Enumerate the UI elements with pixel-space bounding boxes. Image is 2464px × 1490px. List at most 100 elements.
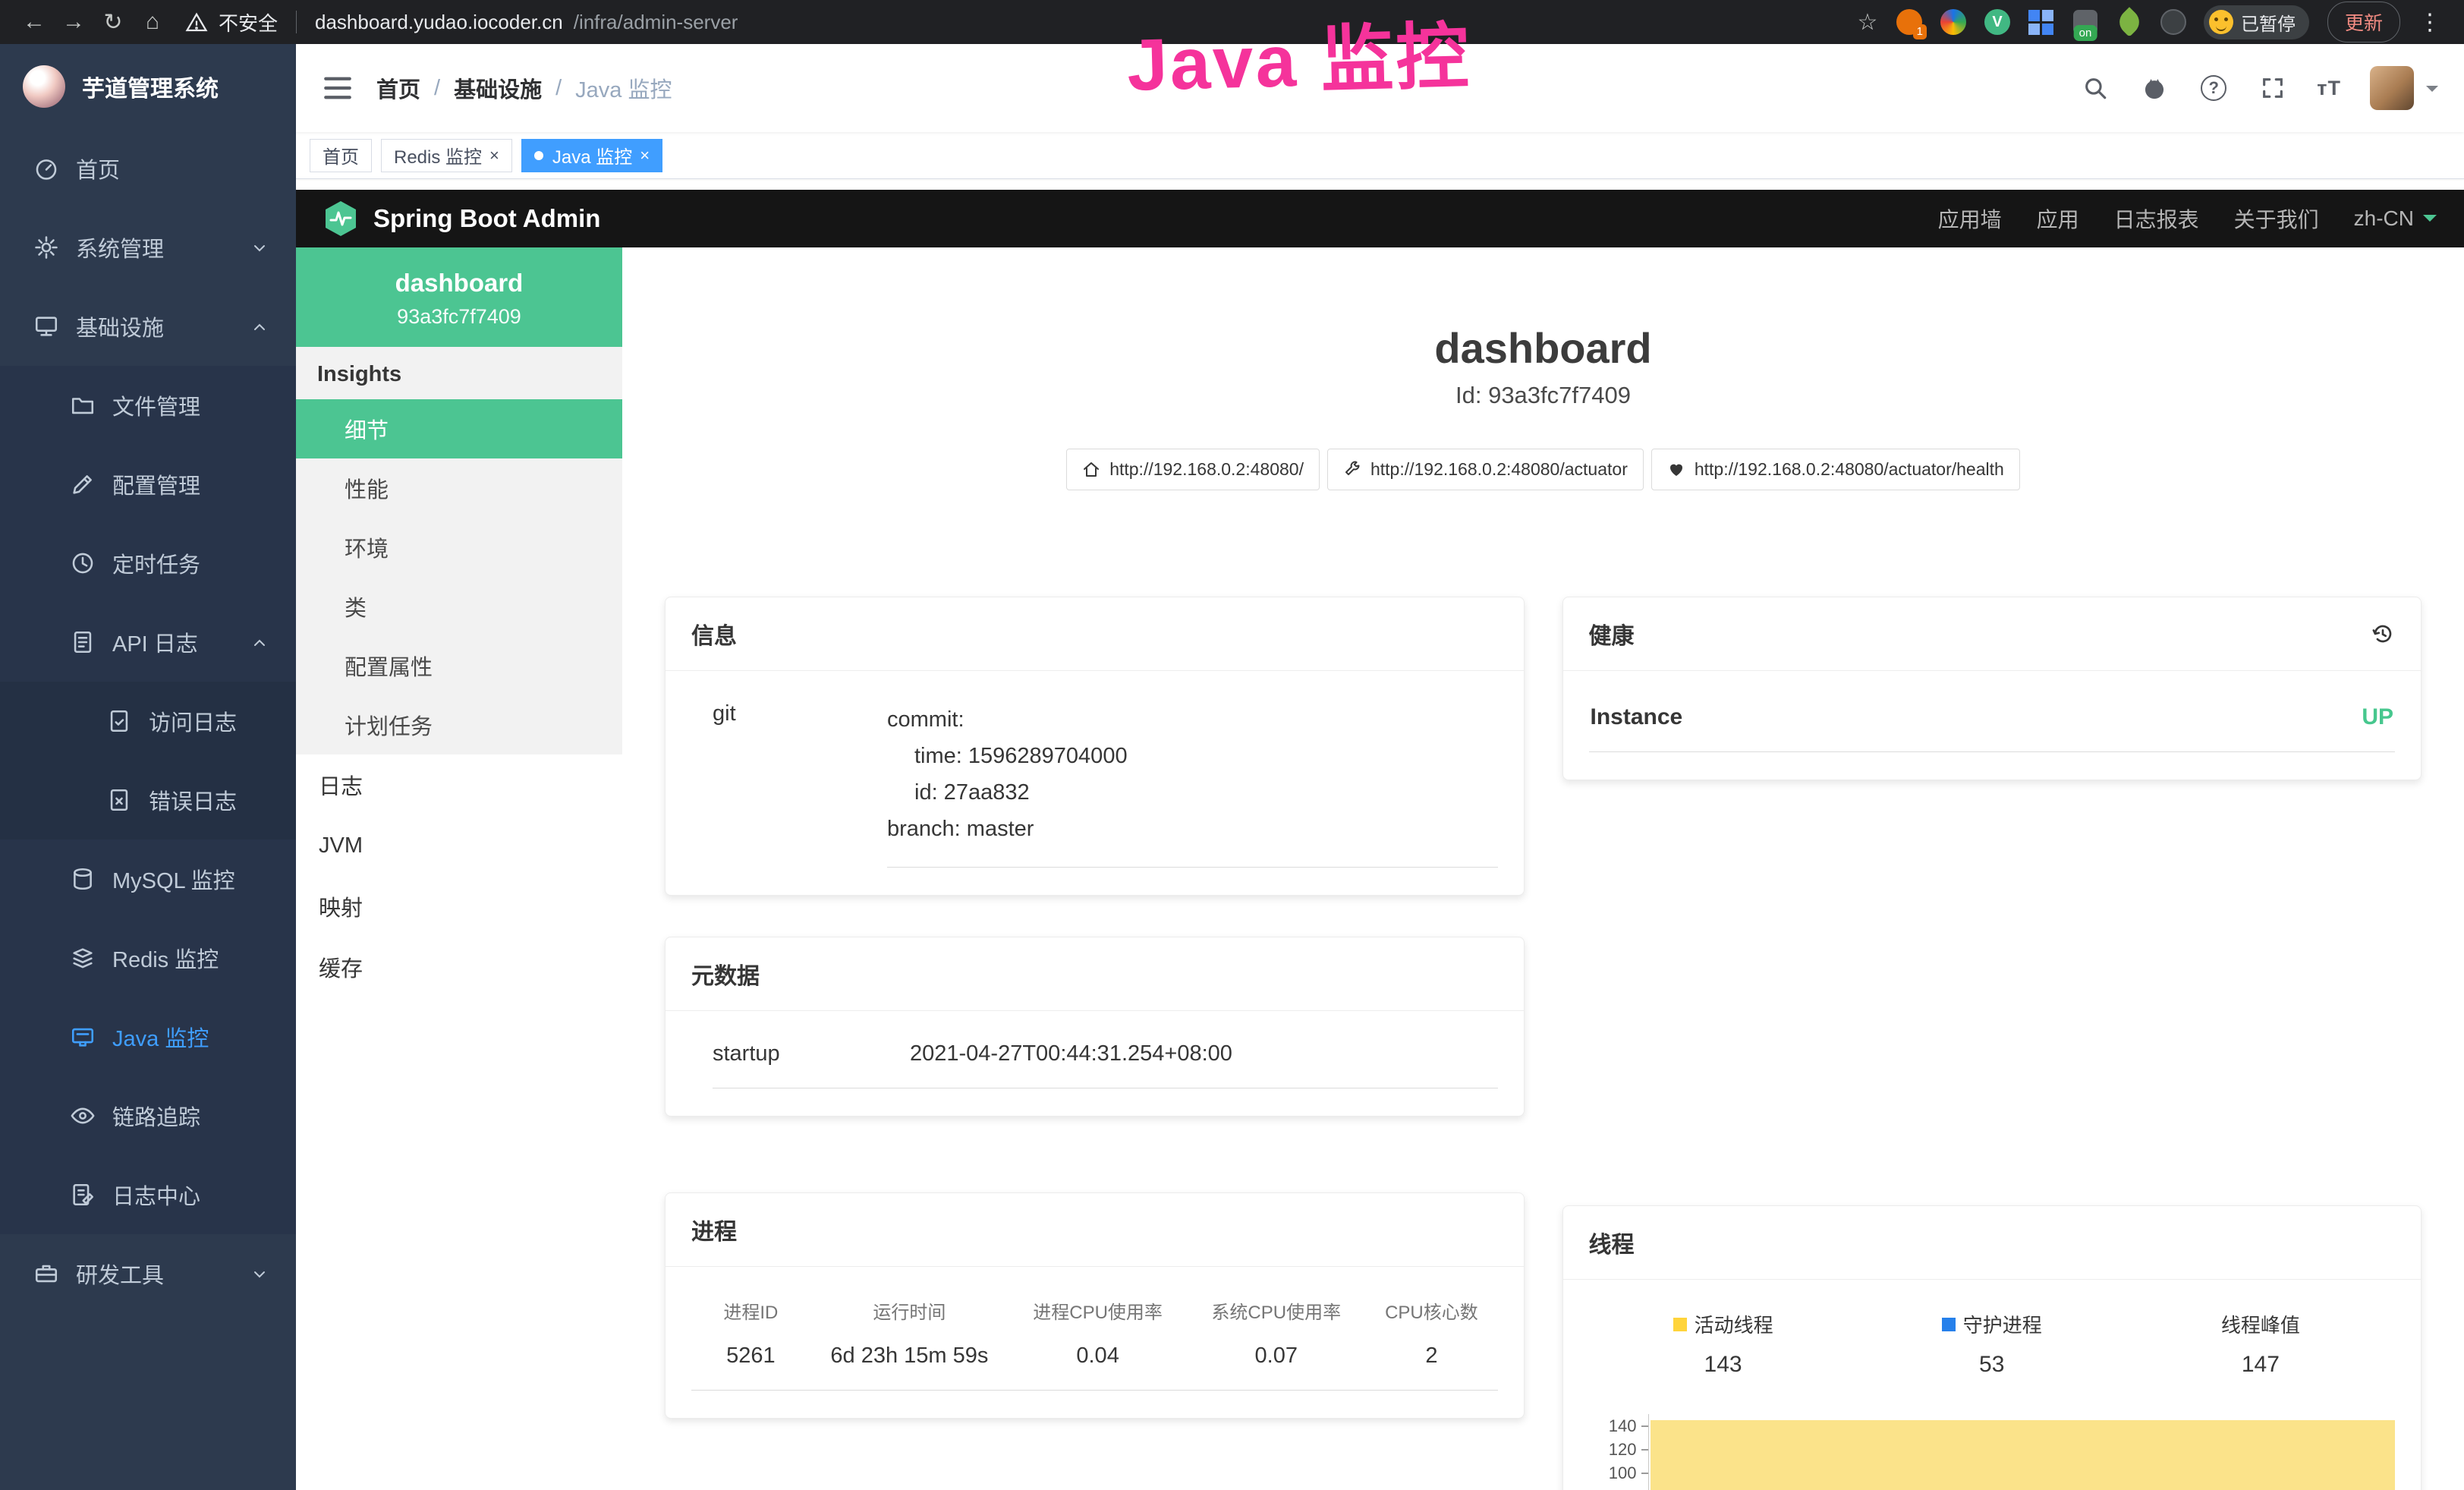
extension-vue-icon[interactable]: V [1981,6,2013,38]
sidebar-item-api-log[interactable]: API 日志 [0,603,296,682]
sidebar-item-system[interactable]: 系统管理 [0,208,296,287]
url-domain: dashboard.yudao.iocoder.cn [315,11,563,34]
page-title: dashboard [665,323,2422,373]
sidebar-item-mysql[interactable]: MySQL 监控 [0,840,296,918]
sidebar-item-infra[interactable]: 基础设施 [0,287,296,366]
search-icon[interactable] [2080,73,2110,103]
extension-orange-icon[interactable]: 1 [1893,6,1925,38]
sba-menu-classes[interactable]: 类 [296,577,622,636]
close-icon[interactable]: × [640,147,650,164]
instance-id: 93a3fc7f7409 [304,305,615,329]
heart-icon [1667,461,1685,479]
chevron-up-icon [250,317,269,335]
sba-nav-wallboard[interactable]: 应用墙 [1938,203,2002,234]
sidebar-item-redis[interactable]: Redis 监控 [0,918,296,997]
extension-switch-icon[interactable]: on [2069,6,2101,38]
actuator-url-button[interactable]: http://192.168.0.2:48080/actuator [1327,449,1644,490]
sba-nav-applications[interactable]: 应用 [2037,203,2079,234]
chevron-down-icon [250,1265,269,1283]
avatar[interactable] [2370,66,2414,110]
folder-icon [70,392,96,418]
extension-spider-icon[interactable] [2157,6,2189,38]
sidebar-item-cron[interactable]: 定时任务 [0,524,296,603]
instance-header[interactable]: dashboard 93a3fc7f7409 [296,247,622,347]
info-card: 信息 git commit: time: 1596289704000 id: 2… [665,597,1525,896]
security-warning-icon[interactable] [185,11,208,33]
help-icon[interactable]: ? [2198,73,2229,103]
chrome-update-button[interactable]: 更新 [2327,2,2400,43]
monitor-icon [33,313,59,339]
sba-menu-metrics[interactable]: 性能 [296,458,622,518]
threads-chart: 140 120 100 [1589,1414,2396,1490]
caret-down-icon [2423,215,2437,228]
bookmark-star-icon[interactable]: ☆ [1850,5,1885,39]
sba-menu-caches[interactable]: 缓存 [296,937,622,997]
sba-nav-journal[interactable]: 日志报表 [2114,203,2199,234]
sba-menu-environment[interactable]: 环境 [296,518,622,577]
sidebar-item-home[interactable]: 首页 [0,129,296,208]
sidebar-item-access-log[interactable]: 访问日志 [0,682,296,761]
sba-nav-about[interactable]: 关于我们 [2234,203,2319,234]
breadcrumb-current: Java 监控 [575,72,672,104]
address-bar[interactable]: 不安全 dashboard.yudao.iocoder.cn /infra/ad… [185,8,738,36]
chrome-menu-icon[interactable]: ⋮ [2412,9,2447,36]
health-url-button[interactable]: http://192.168.0.2:48080/actuator/health [1651,449,2020,490]
tag-java-monitor[interactable]: Java 监控 × [521,139,662,172]
sidebar-item-config[interactable]: 配置管理 [0,445,296,524]
sidebar-menu: 首页 系统管理 基础设施 文件管理 [0,129,296,1313]
threads-chart-yaxis: 140 120 100 [1589,1414,1648,1490]
sba-language-select[interactable]: zh-CN [2354,206,2437,231]
threads-chart-live-area [1651,1420,2396,1490]
layers-icon [70,945,96,971]
browser-reload-icon[interactable]: ↻ [96,5,131,39]
sidebar-item-log-center[interactable]: 日志中心 [0,1155,296,1234]
close-icon[interactable]: × [489,147,499,164]
address-divider [296,11,297,33]
navbar-actions: ? тT [2080,66,2438,110]
browser-home-icon[interactable]: ⌂ [135,5,170,39]
threads-card: 线程 活动线程 守护进程 线程峰值 143 53 147 [1562,1205,2422,1490]
breadcrumb-infra[interactable]: 基础设施 [454,72,542,104]
document-icon [70,629,96,655]
github-icon[interactable] [2139,73,2170,103]
cards-grid: 信息 git commit: time: 1596289704000 id: 2… [665,597,2422,1490]
extension-leaf-icon[interactable] [2113,6,2145,38]
sidebar-item-devtools[interactable]: 研发工具 [0,1234,296,1313]
brand-header: 芋道管理系统 [0,44,296,129]
security-label[interactable]: 不安全 [219,8,278,36]
extension-pin-icon[interactable] [1937,6,1969,38]
browser-forward-icon[interactable]: → [56,5,91,39]
history-icon[interactable] [2371,622,2395,646]
browser-back-icon[interactable]: ← [17,5,52,39]
sidebar-item-trace[interactable]: 链路追踪 [0,1076,296,1155]
breadcrumb-home[interactable]: 首页 [376,72,420,104]
hamburger-icon[interactable] [322,72,354,104]
extension-grid-icon[interactable] [2025,6,2057,38]
sba-menu-scheduled-tasks[interactable]: 计划任务 [296,695,622,754]
instance-url-button[interactable]: http://192.168.0.2:48080/ [1066,449,1320,490]
sidebar-item-error-log[interactable]: 错误日志 [0,761,296,840]
sba-menu-jvm[interactable]: JVM [296,815,622,876]
sba-menu-details[interactable]: 细节 [296,399,622,458]
user-menu[interactable] [2370,66,2438,110]
page-subtitle: Id: 93a3fc7f7409 [665,382,2422,409]
sidebar-item-java-monitor[interactable]: Java 监控 [0,997,296,1076]
tags-view-bar: 首页 Redis 监控 × Java 监控 × [296,132,2464,179]
document-check-icon [106,708,132,734]
info-card-title: 信息 [666,597,1524,671]
sba-menu-mappings[interactable]: 映射 [296,876,622,937]
sba-menu-logs[interactable]: 日志 [296,754,622,815]
font-size-icon[interactable]: тT [2317,77,2341,100]
app-shell: 芋道管理系统 首页 系统管理 基础设施 [0,44,2464,1490]
sba-brand[interactable]: Spring Boot Admin [373,204,600,233]
java-monitor-icon [70,1024,96,1050]
chevron-down-icon [250,238,269,257]
tag-redis-monitor[interactable]: Redis 监控 × [381,139,512,172]
paused-pill[interactable]: 已暂停 [2204,5,2309,39]
metadata-card: 元数据 startup 2021-04-27T00:44:31.254+08:0… [665,937,1525,1117]
tag-home[interactable]: 首页 [310,139,372,172]
fullscreen-icon[interactable] [2258,73,2288,103]
gear-icon [33,235,59,260]
sba-menu-configprops[interactable]: 配置属性 [296,636,622,695]
sidebar-item-file[interactable]: 文件管理 [0,366,296,445]
